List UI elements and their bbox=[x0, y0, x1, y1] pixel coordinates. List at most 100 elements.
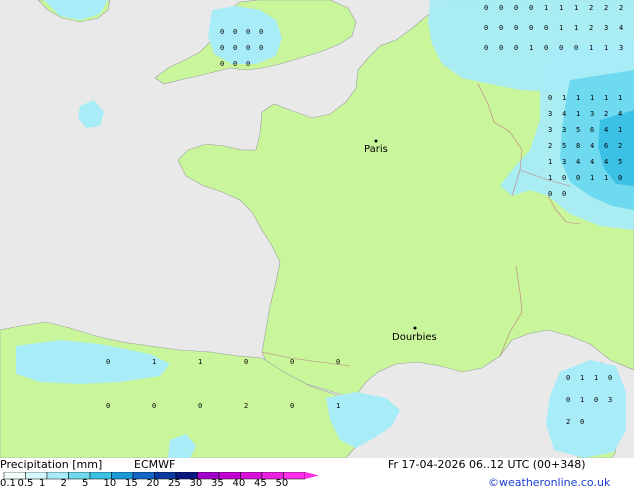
grid-value: 0 bbox=[548, 190, 552, 198]
grid-value: 0 bbox=[514, 4, 518, 12]
legend-label: 50 bbox=[275, 478, 289, 489]
city-label-dourbies: Dourbies bbox=[392, 332, 437, 343]
grid-value: 1 bbox=[604, 44, 608, 52]
grid-value: 4 bbox=[604, 126, 608, 134]
grid-value: 0 bbox=[259, 28, 263, 36]
grid-value: 0 bbox=[246, 44, 250, 52]
dourbies-marker bbox=[413, 326, 417, 330]
grid-value: 4 bbox=[590, 142, 594, 150]
footer-bar: Precipitation [mm] ECMWF Fr 17-04-2026 0… bbox=[0, 458, 634, 490]
legend-label: 0.1 bbox=[0, 478, 16, 489]
grid-value: 2 bbox=[619, 4, 623, 12]
grid-value: 1 bbox=[589, 44, 593, 52]
weather-map-page: 0000111222000001123400010001130111113413… bbox=[0, 0, 634, 490]
grid-value: 2 bbox=[604, 4, 608, 12]
grid-value: 3 bbox=[608, 396, 612, 404]
legend-label: 10 bbox=[103, 478, 117, 489]
grid-value: 1 bbox=[576, 110, 580, 118]
grid-value: 1 bbox=[336, 402, 340, 410]
grid-value: 0 bbox=[529, 24, 533, 32]
grid-value: 1 bbox=[576, 94, 580, 102]
legend-label: 15 bbox=[125, 478, 138, 489]
grid-value: 0 bbox=[290, 402, 294, 410]
grid-value: 2 bbox=[548, 142, 552, 150]
legend-label: 5 bbox=[82, 478, 89, 489]
grid-value: 4 bbox=[576, 158, 580, 166]
grid-value: 1 bbox=[618, 94, 622, 102]
grid-value: 5 bbox=[576, 126, 580, 134]
paris-marker bbox=[374, 139, 378, 143]
grid-value: 0 bbox=[246, 28, 250, 36]
grid-value: 0 bbox=[562, 174, 566, 182]
grid-value: 0 bbox=[336, 358, 340, 366]
grid-value: 0 bbox=[529, 4, 533, 12]
grid-value: 4 bbox=[619, 24, 623, 32]
grid-value: 1 bbox=[604, 94, 608, 102]
grid-value: 1 bbox=[574, 24, 578, 32]
grid-value: 1 bbox=[548, 158, 552, 166]
grid-value: 0 bbox=[608, 374, 612, 382]
grid-value: 6 bbox=[604, 142, 608, 150]
legend-label: 35 bbox=[211, 478, 224, 489]
grid-value: 2 bbox=[589, 24, 593, 32]
grid-value: 0 bbox=[484, 24, 488, 32]
grid-value: 4 bbox=[590, 158, 594, 166]
grid-value: 4 bbox=[618, 110, 622, 118]
grid-value: 0 bbox=[290, 358, 294, 366]
grid-value: 0 bbox=[198, 402, 202, 410]
legend-label: 30 bbox=[189, 478, 203, 489]
grid-value: 2 bbox=[566, 418, 570, 426]
legend-label: 1 bbox=[39, 478, 46, 489]
grid-value: 5 bbox=[562, 142, 566, 150]
grid-value: 1 bbox=[590, 94, 594, 102]
grid-value: 0 bbox=[580, 418, 584, 426]
grid-value: 1 bbox=[198, 358, 202, 366]
grid-value: 0 bbox=[106, 358, 110, 366]
grid-value: 8 bbox=[576, 142, 580, 150]
legend-label: 40 bbox=[232, 478, 246, 489]
grid-value: 1 bbox=[548, 174, 552, 182]
grid-value: 1 bbox=[590, 174, 594, 182]
grid-value: 0 bbox=[246, 60, 250, 68]
grid-value: 1 bbox=[152, 358, 156, 366]
grid-value: 0 bbox=[544, 24, 548, 32]
grid-value: 0 bbox=[499, 44, 503, 52]
model-name: ECMWF bbox=[134, 458, 176, 471]
grid-value: 1 bbox=[559, 4, 563, 12]
grid-value: 1 bbox=[529, 44, 533, 52]
grid-value: 0 bbox=[233, 60, 237, 68]
grid-value: 4 bbox=[562, 110, 566, 118]
grid-value: 3 bbox=[548, 110, 552, 118]
grid-value: 2 bbox=[244, 402, 248, 410]
legend-label: 45 bbox=[254, 478, 267, 489]
grid-value: 1 bbox=[580, 374, 584, 382]
grid-value: 0 bbox=[562, 190, 566, 198]
grid-value: 1 bbox=[580, 396, 584, 404]
grid-value: 0 bbox=[220, 60, 224, 68]
grid-value: 0 bbox=[618, 174, 622, 182]
legend-label: 2 bbox=[60, 478, 67, 489]
precipitation-map: 0 0 0 0 1 1 1 2 2 2 0 0 0 0 0 1 1 2 3 4 0 0 0 1 0 0 0 1 1 3 0 1 1 1 1 1 3 4 1 3… bbox=[0, 0, 634, 458]
grid-value: 4 bbox=[604, 158, 608, 166]
grid-value: 1 bbox=[574, 4, 578, 12]
grid-value: 3 bbox=[548, 126, 552, 134]
grid-value: 2 bbox=[604, 110, 608, 118]
city-label-paris: Paris bbox=[364, 144, 388, 155]
grid-value: 0 bbox=[574, 44, 578, 52]
grid-value: 0 bbox=[220, 44, 224, 52]
grid-value: 0 bbox=[566, 396, 570, 404]
grid-value: 0 bbox=[548, 94, 552, 102]
grid-value: 0 bbox=[484, 4, 488, 12]
grid-value: 1 bbox=[559, 24, 563, 32]
grid-value: 0 bbox=[576, 174, 580, 182]
grid-value: 3 bbox=[562, 158, 566, 166]
grid-value: 3 bbox=[590, 110, 594, 118]
grid-value: 3 bbox=[562, 126, 566, 134]
grid-value: 0 bbox=[566, 374, 570, 382]
grid-value: 0 bbox=[233, 44, 237, 52]
grid-value: 6 bbox=[590, 126, 594, 134]
grid-value: 0 bbox=[514, 24, 518, 32]
grid-value: 2 bbox=[618, 142, 622, 150]
grid-value: 3 bbox=[604, 24, 608, 32]
grid-value: 0 bbox=[559, 44, 563, 52]
